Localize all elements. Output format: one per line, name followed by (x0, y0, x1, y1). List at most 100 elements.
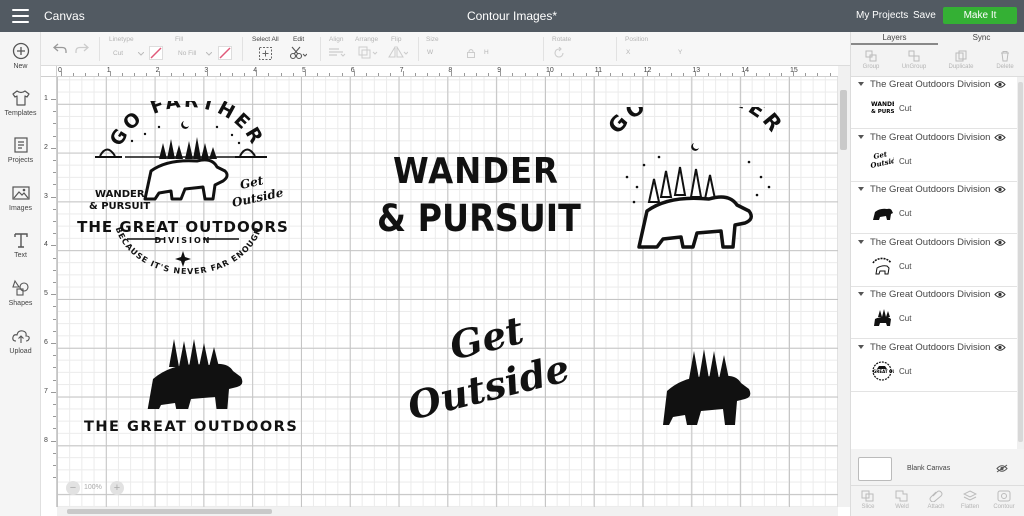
tab-layers[interactable]: Layers (851, 32, 938, 45)
flatten-button[interactable]: Flatten (953, 490, 987, 510)
duplicate-label: Duplicate (948, 64, 974, 70)
layer-group-name: The Great Outdoors Division (870, 236, 991, 248)
arrange-label: Arrange (355, 36, 379, 43)
make-it-button[interactable]: Make It (943, 7, 1017, 24)
layer-operation: Cut (899, 261, 912, 271)
layer-group[interactable]: The Great Outdoors Division GREAT OUT Cut (851, 339, 1017, 392)
delete-button[interactable]: Delete (987, 50, 1023, 70)
lock-icon[interactable] (466, 48, 476, 58)
layer-group[interactable]: The Great Outdoors Division WANDER& PURSU… (851, 77, 1017, 129)
collapse-caret-icon[interactable] (858, 187, 864, 191)
blank-canvas-row[interactable]: Blank Canvas (851, 449, 1024, 485)
hamburger-menu-icon[interactable] (12, 9, 29, 23)
svg-text:& PURSUIT: & PURSUIT (871, 109, 894, 115)
slice-button[interactable]: Slice (851, 490, 885, 510)
scissors-icon[interactable] (289, 46, 307, 60)
eye-icon[interactable] (994, 185, 1006, 194)
layer-group-header[interactable]: The Great Outdoors Division (851, 77, 1017, 91)
sidebar-item-templates[interactable]: Templates (0, 89, 41, 117)
zoom-out-button[interactable]: − (66, 481, 80, 495)
collapse-caret-icon[interactable] (858, 239, 864, 244)
size-width-input[interactable]: W (427, 49, 433, 56)
go-farther-design[interactable]: GO FARTHER (599, 80, 789, 257)
layer-group[interactable]: The Great Outdoors Division Cut (851, 287, 1017, 339)
sidebar-label: Images (9, 205, 32, 212)
badge-design[interactable]: GO FARTHER WANDER & PURSUIT Get Outside … (67, 90, 307, 291)
wander-pursuit-design[interactable]: WANDER & PURSUIT (375, 151, 581, 246)
align-icon[interactable] (328, 48, 346, 58)
eye-icon[interactable] (994, 343, 1006, 352)
panel-scrollbar[interactable] (1017, 77, 1024, 449)
linetype-select[interactable]: Cut (113, 50, 123, 57)
align-label: Align (329, 36, 344, 43)
layer-group-header[interactable]: The Great Outdoors Division (851, 340, 1017, 354)
eye-hidden-icon[interactable] (996, 464, 1008, 473)
layer-group-header[interactable]: The Great Outdoors Division (851, 235, 1017, 249)
layer-group-header[interactable]: The Great Outdoors Division (851, 130, 1017, 144)
zoom-in-button[interactable]: + (110, 481, 124, 495)
undo-icon[interactable] (53, 42, 67, 54)
vertical-scrollbar[interactable] (838, 66, 850, 507)
get-outside-design[interactable]: Get Outside (395, 307, 574, 445)
position-x-input[interactable]: X (626, 49, 630, 56)
ruler-number: 6 (44, 339, 48, 346)
sidebar-item-images[interactable]: Images (0, 184, 41, 212)
arrange-icon[interactable] (358, 46, 378, 59)
horizontal-scrollbar[interactable] (57, 507, 838, 516)
sidebar-item-text[interactable]: Text (0, 231, 41, 259)
sidebar-item-new[interactable]: New (0, 42, 41, 70)
go-farther-arc-text: GO FARTHER (604, 80, 786, 139)
trash-icon (1001, 51, 1009, 62)
sidebar-item-projects[interactable]: Projects (0, 136, 41, 164)
layer-group[interactable]: The Great Outdoors Division Get Outside Cut (851, 129, 1017, 182)
collapse-caret-icon[interactable] (858, 344, 864, 349)
group-button[interactable]: Group (853, 50, 889, 70)
ruler-number: 4 (44, 241, 48, 249)
layer-group[interactable]: The Great Outdoors Division Cut (851, 234, 1017, 287)
collapse-caret-icon[interactable] (858, 292, 864, 296)
flip-label: Flip (391, 36, 402, 43)
top-bar: Canvas Contour Images* My Projects Save … (0, 0, 1024, 32)
shirt-icon (11, 90, 30, 106)
design-canvas[interactable]: GO FARTHER WANDER & PURSUIT Get Outside … (57, 77, 838, 507)
linetype-color-swatch-icon[interactable] (149, 46, 163, 60)
my-projects-link[interactable]: My Projects (856, 10, 908, 21)
fill-label: Fill (175, 36, 184, 43)
ruler-number: 5 (44, 290, 48, 298)
horizontal-scroll-thumb[interactable] (67, 509, 272, 514)
eye-icon[interactable] (994, 80, 1006, 89)
layer-group[interactable]: The Great Outdoors Division Cut (851, 182, 1017, 234)
attach-button[interactable]: Attach (919, 490, 953, 510)
bear-trees-design[interactable]: THE GREAT OUTDOORS (79, 339, 299, 439)
collapse-caret-icon[interactable] (858, 134, 864, 139)
ungroup-button[interactable]: UnGroup (896, 50, 932, 70)
svg-text:GO FARTHER: GO FARTHER (106, 101, 269, 150)
weld-button[interactable]: Weld (885, 490, 919, 510)
sidebar-item-shapes[interactable]: Shapes (0, 279, 41, 307)
small-bear-design[interactable] (657, 347, 757, 427)
fill-select[interactable]: No Fill (178, 50, 196, 57)
size-height-input[interactable]: H (484, 49, 489, 56)
badge-artwork: GO FARTHER WANDER & PURSUIT Get Outside … (77, 90, 288, 276)
panel-scroll-thumb[interactable] (1018, 82, 1023, 442)
eye-icon[interactable] (994, 290, 1006, 299)
layer-group-header[interactable]: The Great Outdoors Division (851, 182, 1017, 196)
collapse-caret-icon[interactable] (858, 82, 864, 86)
vertical-scroll-thumb[interactable] (840, 90, 847, 150)
redo-icon[interactable] (75, 42, 89, 54)
blank-canvas-swatch[interactable] (858, 457, 892, 481)
layer-group-header[interactable]: The Great Outdoors Division (851, 287, 1017, 301)
text-t-icon (13, 233, 28, 248)
save-button[interactable]: Save (913, 10, 936, 21)
flip-icon[interactable] (388, 46, 408, 59)
rotate-icon[interactable] (553, 47, 565, 59)
eye-icon[interactable] (994, 238, 1006, 247)
select-all-icon[interactable] (259, 47, 272, 60)
contour-button[interactable]: Contour (987, 490, 1021, 510)
eye-icon[interactable] (994, 133, 1006, 142)
tab-sync[interactable]: Sync (938, 32, 1024, 45)
position-y-input[interactable]: Y (678, 49, 682, 56)
fill-color-swatch-icon[interactable] (218, 46, 232, 60)
sidebar-item-upload[interactable]: Upload (0, 327, 41, 355)
duplicate-button[interactable]: Duplicate (943, 50, 979, 70)
